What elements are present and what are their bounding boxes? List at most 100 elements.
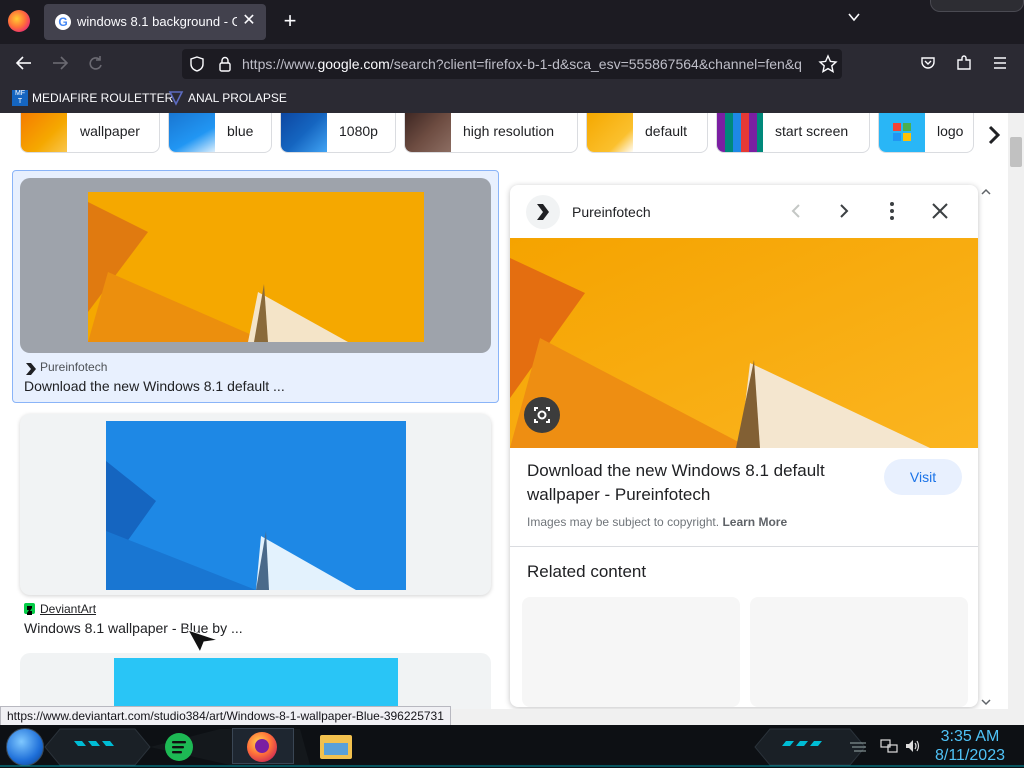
result-image-container[interactable]: [20, 178, 491, 353]
related-content-heading: Related content: [527, 562, 647, 581]
panel-title-line: Download the new Windows 8.1 default: [527, 461, 825, 480]
divider: [510, 546, 978, 547]
result-image-blue: [106, 421, 406, 590]
page-vertical-scrollbar[interactable]: [1008, 113, 1024, 709]
deviantart-favicon-icon: [24, 603, 35, 615]
chip-thumbnail: [21, 113, 67, 152]
chip-blue[interactable]: blue: [168, 113, 272, 153]
tab-title: windows 8.1 background - Goo: [77, 14, 237, 29]
tracking-protection-shield-icon[interactable]: [188, 55, 206, 73]
bookmark-star-icon[interactable]: [818, 54, 838, 74]
pureinfotech-favicon-icon: [26, 362, 36, 375]
url-text[interactable]: https://www.google.com/search?client=fir…: [242, 56, 807, 72]
panel-title[interactable]: Download the new Windows 8.1 default wal…: [527, 459, 825, 507]
chip-label: wallpaper: [80, 123, 140, 139]
chip-wallpaper[interactable]: wallpaper: [20, 113, 160, 153]
chip-1080p[interactable]: 1080p: [280, 113, 396, 153]
chip-thumbnail: [587, 113, 633, 152]
firefox-icon[interactable]: [8, 10, 30, 32]
chip-thumbnail: [405, 113, 451, 152]
chip-label: 1080p: [339, 123, 378, 139]
chip-label: high resolution: [463, 123, 555, 139]
google-favicon-icon: G: [55, 14, 71, 30]
related-content-card[interactable]: [750, 597, 968, 707]
result-title[interactable]: Download the new Windows 8.1 default ...: [24, 378, 285, 394]
result-image-orange: [88, 192, 424, 342]
tab-close-icon[interactable]: ✕: [240, 12, 258, 30]
url-bar[interactable]: https://www.google.com/search?client=fir…: [182, 49, 842, 79]
lock-icon[interactable]: [216, 55, 234, 73]
visit-button[interactable]: Visit: [884, 459, 962, 495]
taskbar: 3:35 AM 8/11/2023: [0, 725, 1024, 768]
chip-thumbnail: [169, 113, 215, 152]
chip-label: default: [645, 123, 688, 139]
hamburger-menu-icon[interactable]: [989, 54, 1011, 76]
network-icon[interactable]: [880, 738, 898, 754]
tab-google-search[interactable]: G windows 8.1 background - Goo ✕: [44, 4, 266, 40]
url-path: /search?client=firefox-b-1-d&sca_esv=555…: [389, 56, 802, 72]
clock-time: 3:35 AM: [940, 728, 1000, 745]
link-status-bar: https://www.deviantart.com/studio384/art…: [0, 706, 451, 726]
forward-icon[interactable]: [49, 54, 71, 76]
chip-logo[interactable]: logo: [878, 113, 974, 153]
chip-start-screen[interactable]: start screen: [716, 113, 870, 153]
panel-preview-image[interactable]: [510, 238, 978, 448]
mouse-cursor-icon: [186, 626, 220, 654]
related-content-card[interactable]: [522, 597, 740, 707]
image-preview-panel: Pureinfotech Download the new Windows 8.…: [510, 185, 978, 707]
scrollbar-thumb[interactable]: [1010, 137, 1022, 167]
panel-close-icon[interactable]: [930, 199, 950, 223]
bookmark-label: MEDIAFIRE ROULETTER: [32, 91, 174, 105]
tab-bar: G windows 8.1 background - Goo ✕ +: [0, 0, 1024, 44]
show-hidden-icons[interactable]: [848, 739, 868, 753]
result-image-container[interactable]: [20, 414, 491, 595]
learn-more-link[interactable]: Learn More: [722, 515, 787, 529]
new-tab-icon[interactable]: +: [280, 10, 300, 32]
url-domain: google.com: [317, 56, 390, 72]
clock[interactable]: 3:35 AM 8/11/2023: [932, 727, 1008, 765]
mediafire-icon: MF T: [12, 90, 28, 106]
result-image-container[interactable]: [20, 653, 491, 709]
google-lens-icon[interactable]: [524, 397, 560, 433]
back-icon[interactable]: [13, 54, 35, 76]
firefox-icon: [247, 732, 277, 762]
volume-icon[interactable]: [904, 738, 922, 754]
panel-next-icon[interactable]: [834, 199, 854, 223]
panel-previous-icon[interactable]: [786, 199, 806, 223]
bookmark-label: ANAL PROLAPSE: [188, 91, 287, 105]
result-source[interactable]: Pureinfotech: [40, 360, 107, 374]
list-all-tabs-icon[interactable]: [844, 10, 864, 30]
window-decoration: [930, 0, 1024, 12]
chip-thumbnail: [717, 113, 763, 152]
panel-source[interactable]: Pureinfotech: [572, 204, 651, 220]
file-explorer-icon[interactable]: [320, 735, 352, 759]
chip-thumbnail: [281, 113, 327, 152]
result-source[interactable]: DeviantArt: [40, 602, 96, 616]
firefox-taskbar-button[interactable]: [232, 728, 294, 764]
chip-default[interactable]: default: [586, 113, 708, 153]
chip-label: start screen: [775, 123, 849, 139]
bookmark-favicon-icon: [168, 90, 184, 106]
reload-icon[interactable]: [85, 54, 107, 76]
pureinfotech-logo-icon: [526, 195, 560, 229]
chip-thumbnail: [879, 113, 925, 152]
result-card-pureinfotech[interactable]: Pureinfotech Download the new Windows 8.…: [12, 170, 499, 403]
extensions-icon[interactable]: [953, 54, 975, 76]
results-scrollbar[interactable]: [979, 185, 993, 709]
chips-next-button[interactable]: [976, 115, 1008, 155]
chip-label: blue: [227, 123, 254, 139]
bookmarks-toolbar: MF T MEDIAFIRE ROULETTER ANAL PROLAPSE: [0, 84, 1024, 113]
firefox-globe: [255, 739, 269, 753]
pocket-icon[interactable]: [917, 54, 939, 76]
taskbar-decoration: [0, 728, 1024, 767]
folder-inner: [324, 743, 348, 755]
chip-label: logo: [937, 123, 964, 139]
bookmark-anal-prolapse[interactable]: ANAL PROLAPSE: [168, 90, 287, 108]
chip-high-resolution[interactable]: high resolution: [404, 113, 578, 153]
panel-title-line: wallpaper - Pureinfotech: [527, 485, 711, 504]
clock-date: 8/11/2023: [935, 747, 1005, 764]
panel-more-options-icon[interactable]: [882, 199, 902, 223]
copyright-text: Images may be subject to copyright.: [527, 515, 720, 529]
spotify-icon[interactable]: [165, 733, 193, 761]
bookmark-mediafire-rouletter[interactable]: MF T MEDIAFIRE ROULETTER: [12, 90, 173, 108]
